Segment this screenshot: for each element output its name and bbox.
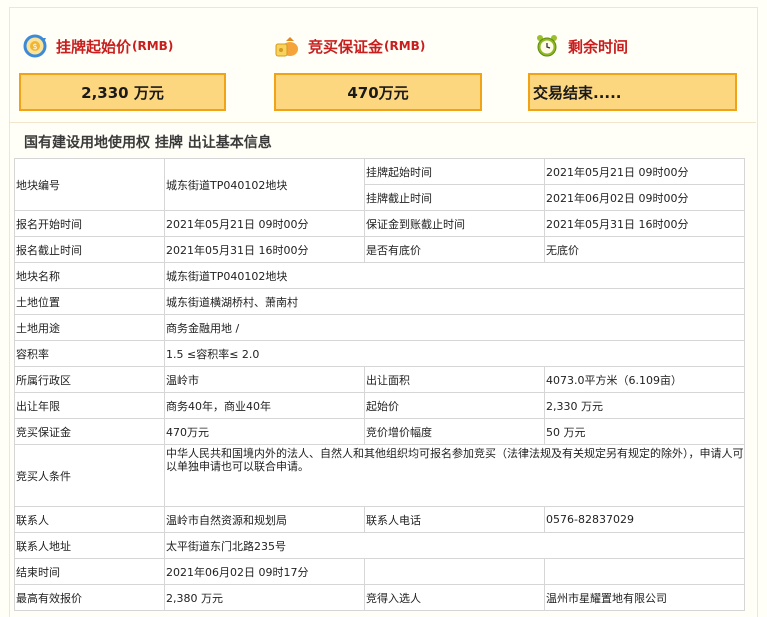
- winner-label: 竞得入选人: [364, 584, 545, 611]
- start-price-cell: 2,330 万元: [544, 392, 745, 419]
- listing-end-value: 2021年06月02日 09时00分: [544, 184, 745, 211]
- address-label: 联系人地址: [14, 532, 165, 559]
- name-value: 城东街道TP040102地块: [164, 262, 745, 289]
- highest-bid-value: 2,380 万元: [164, 584, 365, 611]
- term-value: 商务40年，商业40年: [164, 392, 365, 419]
- listing-end-label: 挂牌截止时间: [364, 184, 545, 211]
- refresh-coin-icon: $: [23, 34, 47, 58]
- listing-start-value: 2021年05月21日 09时00分: [544, 158, 745, 185]
- remaining-time-box: 交易结束.....: [528, 73, 737, 111]
- contact-value: 温岭市自然资源和规划局: [164, 506, 365, 533]
- reserve-value: 无底价: [544, 236, 745, 263]
- plot-no-label: 地块编号: [14, 158, 165, 211]
- plot-no-value: 城东街道TP040102地块: [164, 158, 365, 211]
- term-label: 出让年限: [14, 392, 165, 419]
- winner-value: 温州市星耀置地有限公司: [544, 584, 745, 611]
- deposit-box: 470万元: [274, 73, 482, 111]
- end-time-value: 2021年06月02日 09时17分: [164, 558, 365, 585]
- district-value: 温岭市: [164, 366, 365, 393]
- deposit-deadline-label: 保证金到账截止时间: [364, 210, 545, 237]
- area-label: 出让面积: [364, 366, 545, 393]
- increment-label: 竞价增价幅度: [364, 418, 545, 445]
- location-label: 土地位置: [14, 288, 165, 315]
- phone-value: 0576-82837029: [544, 506, 745, 533]
- contact-label: 联系人: [14, 506, 165, 533]
- reserve-label: 是否有底价: [364, 236, 545, 263]
- start-price-heading: $ 挂牌起始价 (RMB): [22, 34, 173, 58]
- far-value: 1.5 ≤容积率≤ 2.0: [164, 340, 745, 367]
- alarm-clock-icon: [537, 35, 557, 57]
- name-label: 地块名称: [14, 262, 165, 289]
- location-value: 城东街道横湖桥村、萧南村: [164, 288, 745, 315]
- phone-label: 联系人电话: [364, 506, 545, 533]
- increment-value: 50 万元: [544, 418, 745, 445]
- remaining-time-value: 交易结束.....: [533, 83, 622, 102]
- deposit-heading: 竞买保证金 (RMB): [274, 34, 425, 58]
- end-time-label: 结束时间: [14, 558, 165, 585]
- land-info-table: 地块编号 城东街道TP040102地块 挂牌起始时间 2021年05月21日 0…: [14, 158, 745, 611]
- listing-start-label: 挂牌起始时间: [364, 158, 545, 185]
- remaining-time-heading: 剩余时间: [534, 34, 628, 58]
- reg-start-label: 报名开始时间: [14, 210, 165, 237]
- use-value: 商务金融用地 /: [164, 314, 745, 341]
- use-label: 土地用途: [14, 314, 165, 341]
- empty-cell: [544, 558, 745, 585]
- money-bag-icon: [275, 37, 298, 57]
- empty-cell: [364, 558, 545, 585]
- address-value: 太平街道东门北路235号: [164, 532, 745, 559]
- highest-bid-label: 最高有效报价: [14, 584, 165, 611]
- section-title: 国有建设用地使用权 挂牌 出让基本信息: [24, 135, 272, 151]
- remaining-time-title: 剩余时间: [568, 37, 629, 56]
- reg-end-value: 2021年05月31日 16时00分: [164, 236, 365, 263]
- deposit-unit: (RMB): [384, 39, 426, 53]
- deposit-value: 470万元: [347, 83, 409, 102]
- start-price-unit: (RMB): [132, 39, 174, 53]
- start-price-value: 2,330 万元: [81, 83, 164, 102]
- conditions-label: 竞买人条件: [14, 444, 165, 507]
- far-label: 容积率: [14, 340, 165, 367]
- area-value: 4073.0平方米（6.109亩）: [544, 366, 745, 393]
- svg-text:$: $: [32, 42, 37, 51]
- start-price-label: 起始价: [364, 392, 545, 419]
- district-label: 所属行政区: [14, 366, 165, 393]
- deposit-deadline-value: 2021年05月31日 16时00分: [544, 210, 745, 237]
- reg-start-value: 2021年05月21日 09时00分: [164, 210, 365, 237]
- deposit-title: 竞买保证金: [308, 37, 384, 56]
- conditions-value: 中华人民共和国境内外的法人、自然人和其他组织均可报名参加竞买（法律法规及有关规定…: [164, 444, 745, 507]
- start-price-title: 挂牌起始价: [56, 37, 132, 56]
- deposit-label: 竞买保证金: [14, 418, 165, 445]
- reg-end-label: 报名截止时间: [14, 236, 165, 263]
- start-price-box: 2,330 万元: [19, 73, 226, 111]
- divider: [9, 122, 756, 123]
- deposit-cell: 470万元: [164, 418, 365, 445]
